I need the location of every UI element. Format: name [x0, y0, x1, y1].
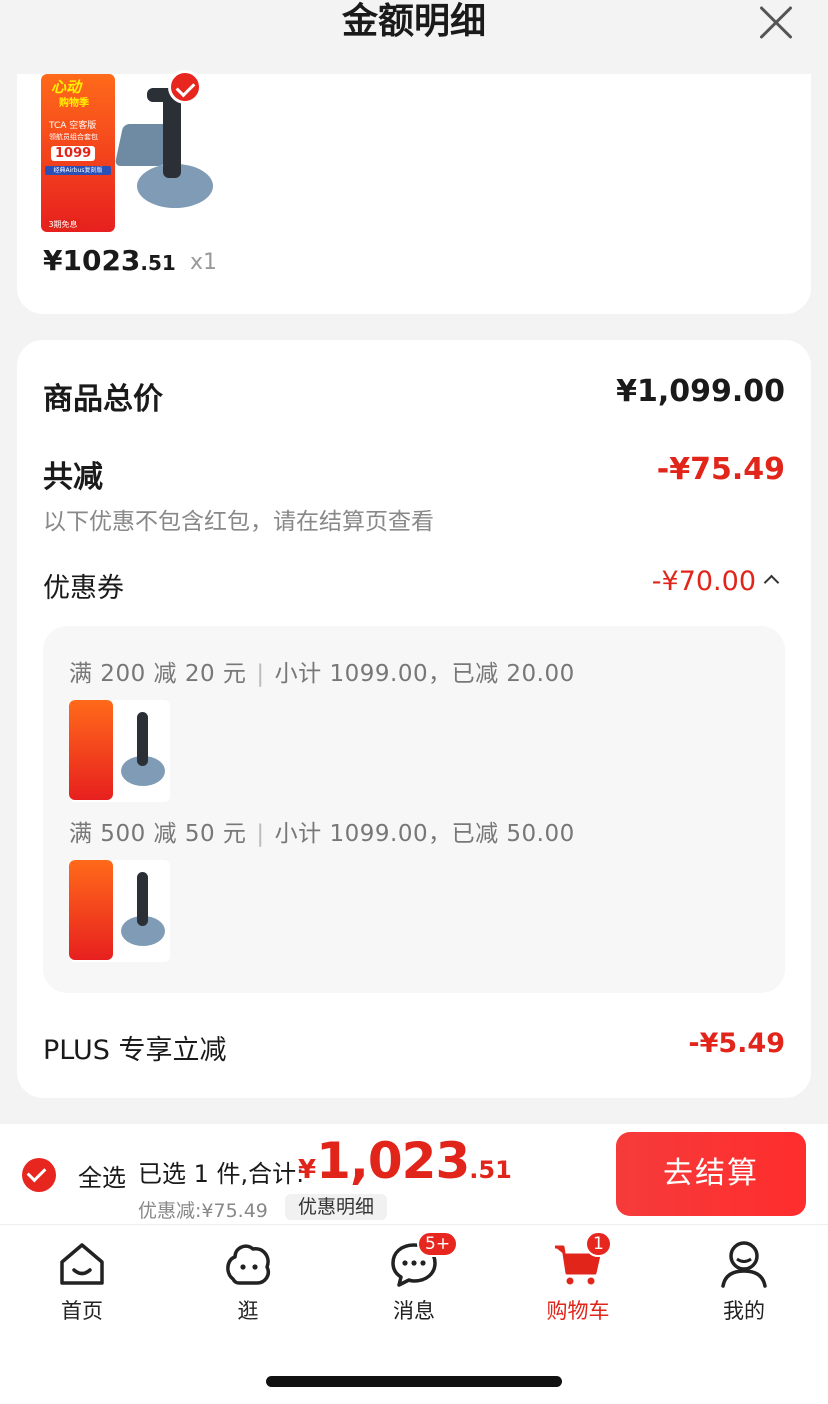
total-cents: .51: [469, 1156, 512, 1184]
total-price-label: 商品总价: [43, 382, 163, 417]
chevron-up-icon: [763, 574, 780, 591]
tab-cart[interactable]: 1 购物车: [518, 1231, 638, 1325]
coupon-detail: 小计 1099.00，已减 50.00: [274, 821, 575, 847]
tab-profile[interactable]: 我的: [684, 1239, 804, 1325]
product-price-main: ¥1023: [43, 244, 141, 277]
coupon-line: 满 200 减 20 元 | 小计 1099.00，已减 20.00: [69, 661, 575, 687]
promo-poster: 心动 购物季 TCA 空客版 领航员组合套包 1099 经典Airbus复刻版 …: [41, 74, 115, 232]
home-indicator[interactable]: [266, 1376, 562, 1387]
coupon-details: 满 200 减 20 元 | 小计 1099.00，已减 20.00 满 500 减…: [43, 626, 785, 993]
message-badge: 5+: [417, 1231, 459, 1257]
header: 金额明细: [0, 0, 828, 74]
product-price: ¥1023.51: [43, 244, 176, 277]
product-price-cents: .51: [140, 251, 176, 275]
poster-product-name: TCA 空客版: [49, 121, 97, 131]
tab-label: 消息: [393, 1299, 435, 1323]
message-icon: 5+: [389, 1231, 459, 1289]
poster-subtitle: 领航员组合套包: [49, 133, 98, 141]
plus-discount-label: PLUS 专享立减: [43, 1035, 227, 1066]
tab-label: 首页: [61, 1299, 103, 1323]
total-amount: ¥1,023.51: [298, 1132, 512, 1190]
tab-home[interactable]: 首页: [22, 1239, 142, 1325]
thumb-stick: [137, 712, 148, 766]
coupon-rule: 满 200 减 20 元: [69, 661, 247, 687]
coupon-label: 优惠券: [43, 573, 124, 604]
cart-badge: 1: [585, 1231, 612, 1257]
thumb-poster: [69, 860, 113, 960]
poster-price: 1099: [51, 146, 96, 161]
total-main: 1,023: [316, 1132, 470, 1190]
coupon-rule: 满 500 减 50 元: [69, 821, 247, 847]
joystick-stick: [163, 92, 181, 178]
poster-band: 经典Airbus复刻版: [45, 166, 111, 175]
coupon-value: -¥70.00: [651, 566, 756, 597]
coupon-line: 满 500 减 50 元 | 小计 1099.00，已减 50.00: [69, 821, 575, 847]
product-qty: x1: [190, 250, 218, 275]
coupon-toggle[interactable]: -¥70.00: [651, 566, 780, 597]
browse-icon: [223, 1239, 273, 1289]
coupon-product-thumbnail[interactable]: [69, 860, 170, 962]
selected-count: 已选 1 件,合计:: [138, 1160, 305, 1188]
tab-label: 购物车: [546, 1299, 610, 1323]
plus-discount-value: -¥5.49: [688, 1028, 785, 1059]
poster-subheadline: 购物季: [59, 98, 89, 109]
product-card: 心动 购物季 TCA 空客版 领航员组合套包 1099 经典Airbus复刻版 …: [17, 70, 811, 314]
checkout-bar: 全选 已选 1 件,合计: ¥1,023.51 优惠减:¥75.49 优惠明细 …: [0, 1124, 828, 1224]
checkout-button[interactable]: 去结算: [616, 1132, 806, 1216]
tab-messages[interactable]: 5+ 消息: [354, 1231, 474, 1325]
price-summary-card: 商品总价 ¥1,099.00 共减 -¥75.49 以下优惠不包含红包，请在结算…: [17, 340, 811, 1098]
reduce-note: 以下优惠不包含红包，请在结算页查看: [43, 509, 434, 535]
page-title: 金额明细: [341, 1, 486, 42]
select-all-check-icon[interactable]: [22, 1158, 56, 1192]
select-all-label[interactable]: 全选: [78, 1158, 126, 1193]
thumb-stick: [137, 872, 148, 926]
total-price-value: ¥1,099.00: [616, 374, 785, 409]
discount-detail-button[interactable]: 优惠明细: [285, 1194, 388, 1220]
discount-summary: 优惠减:¥75.49: [138, 1200, 268, 1222]
profile-icon: [719, 1239, 769, 1289]
thumb-poster: [69, 700, 113, 800]
total-reduce-value: -¥75.49: [656, 452, 785, 487]
home-icon: [57, 1239, 107, 1289]
product-selected-check-icon[interactable]: [168, 70, 202, 104]
tab-label: 逛: [237, 1299, 259, 1323]
coupon-product-thumbnail[interactable]: [69, 700, 170, 802]
total-reduce-label: 共减: [43, 460, 103, 495]
tab-browse[interactable]: 逛: [188, 1239, 308, 1325]
tab-label: 我的: [723, 1299, 765, 1323]
close-icon[interactable]: [756, 4, 794, 42]
poster-tag: 3期免息: [45, 219, 81, 230]
coupon-detail: 小计 1099.00，已减 20.00: [274, 661, 575, 687]
total-currency: ¥: [298, 1155, 317, 1185]
cart-icon: 1: [553, 1231, 612, 1289]
